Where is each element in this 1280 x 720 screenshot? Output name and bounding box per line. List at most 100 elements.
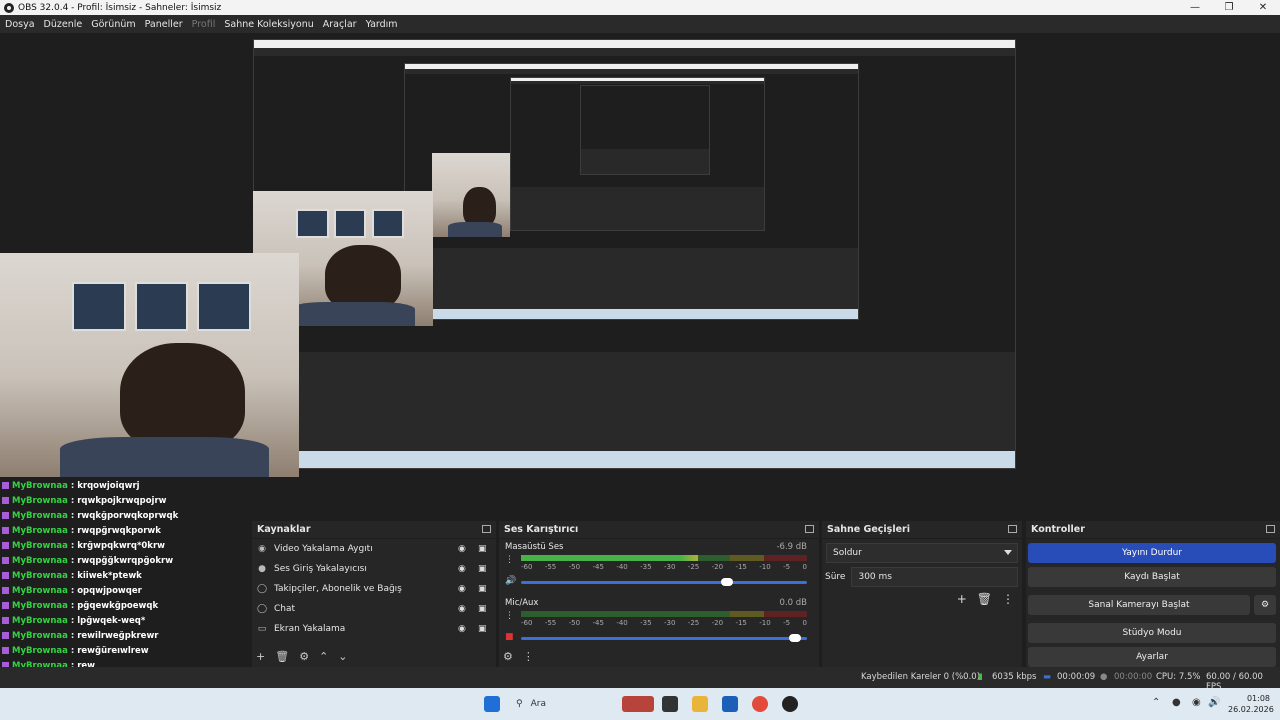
menu-tools[interactable]: Araçlar <box>323 19 357 30</box>
chat-badge-icon <box>2 647 9 654</box>
lock-icon[interactable]: ▣ <box>478 544 487 554</box>
track-menu-icon[interactable]: ⋮ <box>505 555 514 565</box>
chat-badge-icon <box>2 512 9 519</box>
chat-text: kiiwek*ptewk <box>77 571 142 581</box>
microsoft-store-icon[interactable] <box>722 696 738 712</box>
menu-view[interactable]: Görünüm <box>91 19 135 30</box>
close-icon[interactable]: ✕ <box>1246 0 1280 15</box>
chat-badge-icon <box>2 497 9 504</box>
chat-username: MyBrownaa <box>12 631 68 641</box>
virtual-camera-settings-gear-icon[interactable]: ⚙ <box>1254 595 1276 615</box>
volume-slider-knob[interactable] <box>789 634 802 642</box>
chat-text: lpğwqek-weq* <box>77 616 146 626</box>
chat-message: MyBrownaa : rwqkğporwqkoprwqk <box>2 511 178 525</box>
audio-mixer-dock: Ses Karıştırıcı Masaüstü Ses -6.9 dB ⋮ -… <box>499 521 819 667</box>
add-transition-icon[interactable]: + <box>957 592 967 606</box>
meter-ticks: -60 -55 -50 -45 -40 -35 -30 -25 -20 -15 -10 -5 0 <box>521 563 807 571</box>
stream-time: 00:00:09 <box>1057 672 1096 682</box>
lock-icon[interactable]: ▣ <box>478 624 487 634</box>
volume-slider[interactable] <box>521 634 807 642</box>
title-bar: OBS 32.0.4 - Profil: İsimsiz - Sahneler:… <box>0 0 1280 15</box>
visibility-eye-icon[interactable]: ◉ <box>458 624 468 634</box>
transition-select[interactable]: Soldur <box>826 543 1018 563</box>
chat-badge-icon <box>2 482 9 489</box>
advanced-audio-gear-icon[interactable]: ⚙ <box>503 650 513 663</box>
studio-mode-button[interactable]: Stüdyo Modu <box>1028 623 1276 643</box>
cpu-usage: CPU: 7.5% <box>1156 672 1201 682</box>
audio-mixer-header: Ses Karıştırıcı <box>499 521 819 539</box>
task-view-icon[interactable] <box>662 696 678 712</box>
stream-status-icon: ▬ <box>1043 672 1052 682</box>
visibility-eye-icon[interactable]: ◉ <box>458 544 468 554</box>
nested-capture-4 <box>580 85 710 175</box>
volume-slider[interactable] <box>521 578 807 586</box>
menu-docks[interactable]: Paneller <box>145 19 183 30</box>
dock-float-icon[interactable] <box>1008 525 1017 533</box>
chat-badge-icon <box>2 632 9 639</box>
visibility-eye-icon[interactable]: ◉ <box>458 564 468 574</box>
windows-start-icon[interactable] <box>484 696 500 712</box>
microphone-tray-icon[interactable]: ● <box>1172 697 1181 708</box>
remove-transition-icon[interactable]: 🗑 <box>977 592 992 606</box>
duration-label: Süre <box>825 572 846 582</box>
transitions-dock: Sahne Geçişleri Soldur Süre 300 ms + 🗑 ⋮ <box>822 521 1022 667</box>
dropped-frames: Kaybedilen Kareler 0 (%0.0) <box>861 672 981 682</box>
obs-taskbar-icon[interactable] <box>782 696 798 712</box>
duration-row: Süre 300 ms <box>822 567 1022 587</box>
volume-icon[interactable]: 🔊 <box>1208 697 1220 708</box>
lock-icon[interactable]: ▣ <box>478 584 487 594</box>
chat-message: MyBrownaa : rwqpğğkwrqpğokrw <box>2 556 173 570</box>
minimize-icon[interactable]: — <box>1178 0 1212 15</box>
chat-message: MyBrownaa : krqowjoiqwrj <box>2 481 140 495</box>
start-recording-button[interactable]: Kaydı Başlat <box>1028 567 1276 587</box>
track-menu-icon[interactable]: ⋮ <box>505 611 514 621</box>
volume-slider-knob[interactable] <box>720 578 733 586</box>
duration-spinbox[interactable]: 300 ms <box>851 567 1018 587</box>
wifi-icon[interactable]: ◉ <box>1192 697 1201 708</box>
visibility-eye-icon[interactable]: ◉ <box>458 604 468 614</box>
start-virtual-camera-button[interactable]: Sanal Kamerayı Başlat <box>1028 595 1250 615</box>
record-status-icon: ● <box>1100 672 1108 682</box>
chat-text: rwqkğporwqkoprwqk <box>77 511 179 521</box>
dock-float-icon[interactable] <box>805 525 814 533</box>
chat-username: MyBrownaa <box>12 601 68 611</box>
webcam-small-2 <box>432 153 510 237</box>
menu-edit[interactable]: Düzenle <box>44 19 83 30</box>
chat-message: MyBrownaa : pğqewkğpoewqk <box>2 601 158 615</box>
dock-float-icon[interactable] <box>1266 525 1275 533</box>
obs-logo-icon <box>4 2 14 13</box>
taskbar-search[interactable]: ⚲ Ara <box>510 696 546 712</box>
mixer-menu-icon[interactable]: ⋮ <box>523 650 534 663</box>
chat-username: MyBrownaa <box>12 586 68 596</box>
menu-scene-collection[interactable]: Sahne Koleksiyonu <box>224 19 313 30</box>
chat-message: MyBrownaa : rewilrweğpkrewr <box>2 631 159 645</box>
menu-profile: Profil <box>191 18 216 30</box>
chat-username: MyBrownaa <box>12 496 68 506</box>
chrome-icon[interactable] <box>752 696 768 712</box>
chat-message: MyBrownaa : lpğwqek-weq* <box>2 616 145 630</box>
chat-message: MyBrownaa : krğwpqkwrq*0krw <box>2 541 165 555</box>
stop-streaming-button[interactable]: Yayını Durdur <box>1028 543 1276 563</box>
visibility-eye-icon[interactable]: ◉ <box>458 584 468 594</box>
menu-help[interactable]: Yardım <box>366 19 398 30</box>
speaker-icon[interactable]: 🔊 <box>505 576 516 586</box>
dock-float-icon[interactable] <box>482 525 491 533</box>
move-down-icon[interactable]: ⌄ <box>338 650 347 663</box>
muted-speaker-icon[interactable]: ■ <box>505 632 514 642</box>
file-explorer-icon[interactable] <box>692 696 708 712</box>
lock-icon[interactable]: ▣ <box>478 564 487 574</box>
preview-canvas[interactable] <box>0 33 1280 521</box>
bitrate: 6035 kbps <box>992 672 1037 682</box>
settings-button[interactable]: Ayarlar <box>1028 647 1276 667</box>
chat-badge-icon <box>2 602 9 609</box>
chat-username: MyBrownaa <box>12 481 68 491</box>
menu-file[interactable]: Dosya <box>5 19 35 30</box>
tray-chevron-up-icon[interactable]: ⌃ <box>1152 697 1160 708</box>
chat-message: MyBrownaa : rqwkpojkrwqpojrw <box>2 496 167 510</box>
transition-menu-icon[interactable]: ⋮ <box>1002 592 1014 606</box>
chat-username: MyBrownaa <box>12 511 68 521</box>
clock[interactable]: 01:08 26.02.2026 <box>1228 693 1274 715</box>
lock-icon[interactable]: ▣ <box>478 604 487 614</box>
restore-icon[interactable]: ❐ <box>1212 0 1246 15</box>
chat-badge-icon <box>2 542 9 549</box>
